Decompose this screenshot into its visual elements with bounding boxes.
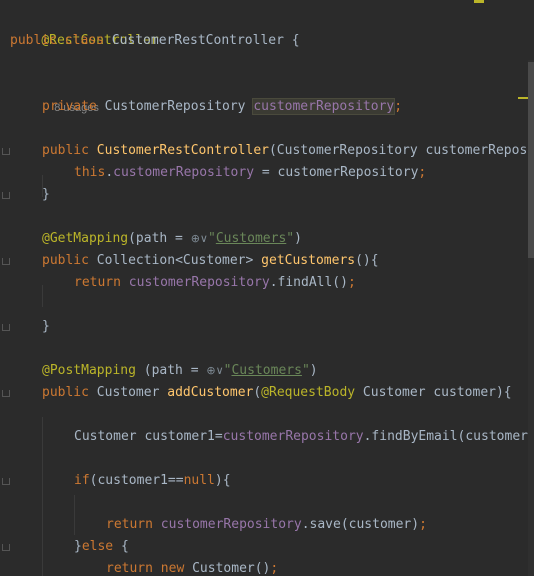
paren: ( — [253, 385, 262, 400]
indent-guide — [42, 417, 43, 576]
method-name: addCustomer — [167, 385, 254, 400]
code-line-17[interactable]: }else { — [74, 536, 129, 558]
code-line-9[interactable]: public Collection<Customer> getCustomers… — [42, 250, 379, 272]
endpoint-link[interactable]: Customers — [216, 231, 286, 246]
keyword: public — [42, 253, 97, 268]
quote: " — [208, 231, 216, 246]
keyword: this — [74, 165, 106, 180]
highlighted-field: customerRepository — [252, 98, 396, 115]
code-line-12[interactable]: @PostMapping (path = ⊕∨"Customers") — [42, 360, 318, 382]
code-text: { — [113, 539, 129, 554]
code-text: Customer customer){ — [355, 385, 512, 400]
code-line-16[interactable]: return customerRepository.save(customer)… — [106, 514, 427, 536]
field: customerRepository — [113, 165, 255, 180]
semicolon: ; — [419, 517, 427, 532]
code-editor[interactable]: @RestController public class CustomerRes… — [0, 0, 534, 576]
code-text: (path = — [135, 363, 207, 378]
code-text: ){ — [214, 473, 231, 488]
code-line-1[interactable]: @RestController — [10, 8, 158, 48]
semicolon: ; — [394, 99, 403, 114]
class-name: CustomerRestController — [111, 33, 284, 48]
keyword: return — [74, 275, 129, 290]
field: customerRepository — [160, 517, 302, 532]
code-line-18[interactable]: return new Customer(); — [106, 558, 278, 576]
keyword: public — [42, 385, 97, 400]
fold-marker-icon[interactable] — [2, 390, 10, 397]
semicolon: ; — [270, 561, 279, 576]
fold-marker-icon[interactable] — [2, 148, 10, 155]
annotation: @RequestBody — [261, 385, 356, 400]
dot: . — [105, 165, 114, 180]
method-name: getCustomers — [261, 253, 356, 268]
inspection-indicator-icon[interactable] — [474, 0, 484, 3]
code-text: Customer() — [192, 561, 271, 576]
keyword: public — [42, 143, 97, 158]
fold-marker-icon[interactable] — [2, 478, 10, 485]
keyword: null — [183, 473, 215, 488]
indent-guide — [74, 495, 75, 535]
code-line-14[interactable]: Customer customer1=customerRepository.fi… — [74, 426, 528, 448]
fold-marker-icon[interactable] — [2, 544, 10, 551]
globe-icon[interactable]: ⊕∨ — [206, 360, 223, 382]
keyword: return — [106, 561, 161, 576]
fold-marker-icon[interactable] — [2, 192, 10, 199]
globe-icon[interactable]: ⊕∨ — [191, 228, 208, 250]
keyword: public class — [10, 33, 112, 48]
semicolon: ; — [418, 165, 427, 180]
code-line-8[interactable]: @GetMapping(path = ⊕∨"Customers") — [42, 228, 302, 250]
code-text: (CustomerRepository customerRepos — [268, 143, 528, 158]
code-line-4[interactable]: private CustomerRepository customerRepos… — [42, 96, 402, 118]
closing-brace: } — [74, 539, 82, 554]
code-text: .save(customer) — [301, 517, 420, 532]
keyword: new — [160, 561, 193, 576]
code-text: ) — [294, 231, 302, 246]
code-line-5[interactable]: public CustomerRestController(CustomerRe… — [42, 140, 527, 162]
field: customerRepository — [222, 429, 364, 444]
code-line-7[interactable]: } — [42, 184, 50, 206]
code-line-13[interactable]: public Customer addCustomer(@RequestBody… — [42, 382, 512, 404]
keyword: else — [81, 539, 114, 554]
fold-gutter[interactable] — [0, 0, 10, 576]
type-name: Collection<Customer> — [96, 253, 262, 268]
keyword: return — [106, 517, 161, 532]
annotation: @PostMapping — [42, 363, 136, 378]
code-text: .findByEmail(customer — [363, 429, 528, 444]
code-text: (customer1== — [89, 473, 184, 488]
quote: " — [301, 363, 310, 378]
constructor-name: CustomerRestController — [96, 143, 269, 158]
code-line-2[interactable]: public class CustomerRestController { — [10, 30, 300, 52]
type-name: CustomerRepository — [104, 99, 254, 114]
usages-hint[interactable]: 8 usages — [42, 75, 99, 114]
vertical-scrollbar-thumb[interactable] — [528, 62, 534, 258]
code-text: Customer customer1= — [74, 429, 223, 444]
code-line-6[interactable]: this.customerRepository = customerReposi… — [74, 162, 426, 184]
code-text: = customerRepository — [254, 165, 419, 180]
keyword: if — [74, 473, 90, 488]
field: customerRepository — [128, 275, 270, 290]
semicolon: ; — [347, 275, 356, 290]
code-text: { — [283, 33, 300, 48]
quote: " — [286, 231, 295, 246]
code-line-10[interactable]: return customerRepository.findAll(); — [74, 272, 356, 294]
closing-brace: } — [42, 319, 50, 334]
annotation: @GetMapping — [42, 231, 129, 246]
type-name: Customer — [96, 385, 168, 400]
keyword: private — [42, 99, 105, 114]
code-text: (){ — [355, 253, 379, 268]
fold-marker-icon[interactable] — [2, 258, 10, 265]
endpoint-link[interactable]: Customers — [231, 363, 301, 378]
code-text: (path = — [128, 231, 191, 246]
code-text: .findAll() — [269, 275, 348, 290]
closing-brace: } — [42, 187, 50, 202]
code-text: ) — [309, 363, 318, 378]
indent-guide — [42, 285, 43, 307]
code-line-11[interactable]: } — [42, 316, 50, 338]
warning-marker-icon[interactable] — [518, 97, 528, 99]
code-line-15[interactable]: if(customer1==null){ — [74, 470, 231, 492]
fold-marker-icon[interactable] — [2, 324, 10, 331]
